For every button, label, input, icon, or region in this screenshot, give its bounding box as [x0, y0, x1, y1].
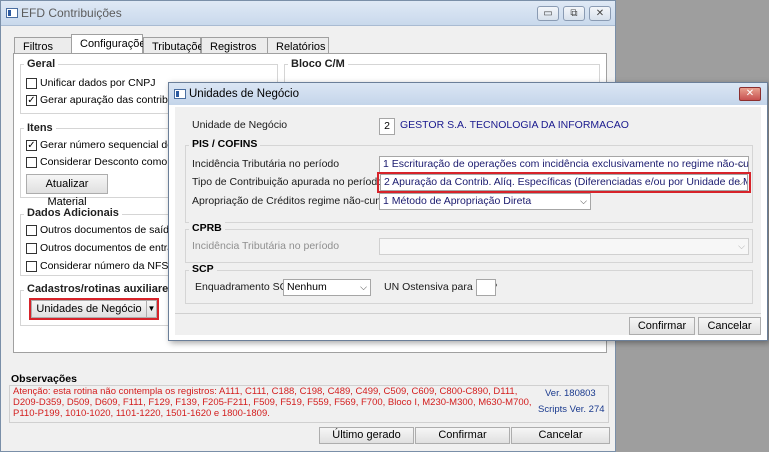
unidade-negocio-label: Unidade de Negócio — [192, 119, 288, 131]
observacoes-title: Observações — [11, 373, 77, 385]
chevron-down-icon: ⌵ — [738, 241, 745, 251]
atualizar-material-button[interactable]: Atualizar Material — [26, 174, 108, 208]
dialog-body: Unidade de Negócio 2 GESTOR S.A. TECNOLO… — [175, 107, 761, 335]
main-titlebar: EFD Contribuições ▭ ⧉ ✕ — [1, 1, 615, 26]
version-label: Ver. 180803 — [545, 388, 596, 399]
cadastros-title: Cadastros/rotinas auxiliares — [24, 283, 178, 295]
outros-entrada-checkbox[interactable] — [26, 243, 37, 254]
minimize-button[interactable]: ▭ — [537, 6, 559, 21]
enquadramento-label: Enquadramento SCP — [195, 281, 295, 293]
dialog-cancelar-button[interactable]: Cancelar — [698, 317, 761, 335]
main-window-title: EFD Contribuições — [21, 6, 122, 20]
unidades-negocio-dialog: Unidades de Negócio ✕ Unidade de Negócio… — [168, 82, 768, 341]
cancelar-button[interactable]: Cancelar — [511, 427, 610, 444]
window-icon — [6, 8, 18, 18]
pis-cofins-title: PIS / COFINS — [189, 138, 261, 150]
outros-saida-checkbox[interactable] — [26, 225, 37, 236]
apropriacao-value: 1 Método de Apropriação Direta — [383, 195, 532, 207]
dialog-titlebar: Unidades de Negócio ✕ — [169, 83, 767, 105]
considerar-desconto-checkbox[interactable] — [26, 157, 37, 168]
observacoes-line-2: D209-D359, D509, D609, F111, F129, F139,… — [13, 397, 532, 408]
gerar-apuracao-checkbox[interactable]: ✓ — [26, 95, 37, 106]
dialog-divider — [175, 313, 761, 314]
scp-title: SCP — [189, 263, 217, 275]
ultimo-gerado-button[interactable]: Último gerado — [319, 427, 414, 444]
un-ostensiva-field[interactable] — [476, 279, 496, 296]
unificar-label: Unificar dados por CNPJ — [40, 77, 156, 89]
enquadramento-select[interactable]: Nenhum ⌵ — [283, 279, 371, 296]
cprb-title: CPRB — [189, 222, 225, 234]
unidade-code-field[interactable]: 2 — [379, 118, 395, 135]
incidencia-select[interactable]: 1 Escrituração de operações com incidênc… — [379, 156, 749, 173]
observacoes-line-3: P110-P199, 1010-1020, 1101-1220, 1501-16… — [13, 408, 270, 419]
dropdown-arrow-icon[interactable]: ▼ — [146, 300, 157, 318]
cprb-incidencia-select[interactable]: ⌵ — [379, 238, 749, 255]
scripts-version-label: Scripts Ver. 274 — [538, 404, 605, 415]
tipo-contribuicao-value: 2 Apuração da Contrib. Alíq. Específicas… — [384, 176, 748, 188]
apropriacao-select[interactable]: 1 Método de Apropriação Direta ⌵ — [379, 193, 591, 210]
dados-adicionais-title: Dados Adicionais — [24, 207, 122, 219]
unificar-checkbox[interactable] — [26, 78, 37, 89]
gerar-sequencial-checkbox[interactable]: ✓ — [26, 140, 37, 151]
restore-button[interactable]: ⧉ — [563, 6, 585, 21]
incidencia-label: Incidência Tributária no período — [192, 158, 340, 170]
geral-title: Geral — [24, 58, 59, 70]
chevron-down-icon: ⌵ — [737, 177, 744, 187]
dialog-window-icon — [174, 89, 186, 99]
observacoes-line-1: Atenção: esta rotina não contempla os re… — [13, 386, 518, 397]
chevron-down-icon: ⌵ — [580, 196, 587, 206]
nfse-checkbox[interactable] — [26, 261, 37, 272]
close-button[interactable]: ✕ — [589, 6, 611, 21]
confirmar-button[interactable]: Confirmar — [415, 427, 510, 444]
dialog-title: Unidades de Negócio — [189, 88, 299, 100]
incidencia-value: 1 Escrituração de operações com incidênc… — [383, 158, 749, 170]
bloco-cm-title: Bloco C/M — [288, 58, 348, 70]
chevron-down-icon: ⌵ — [738, 159, 745, 169]
dialog-confirmar-button[interactable]: Confirmar — [629, 317, 695, 335]
enquadramento-value: Nenhum — [287, 281, 327, 293]
chevron-down-icon: ⌵ — [360, 282, 367, 292]
itens-title: Itens — [24, 122, 56, 134]
cprb-incidencia-label: Incidência Tributária no período — [192, 240, 340, 252]
tab-configuracoes[interactable]: Configurações — [71, 34, 151, 55]
tipo-contribuicao-label: Tipo de Contribuição apurada no período — [192, 176, 384, 188]
unidade-name: GESTOR S.A. TECNOLOGIA DA INFORMACAO — [400, 119, 629, 131]
tipo-contribuicao-select[interactable]: 2 Apuração da Contrib. Alíq. Específicas… — [380, 174, 748, 191]
nfse-label: Considerar número da NFSe — [40, 260, 175, 272]
unidades-negocio-button[interactable]: Unidades de Negócio — [31, 300, 147, 318]
dialog-close-icon[interactable]: ✕ — [739, 87, 761, 101]
